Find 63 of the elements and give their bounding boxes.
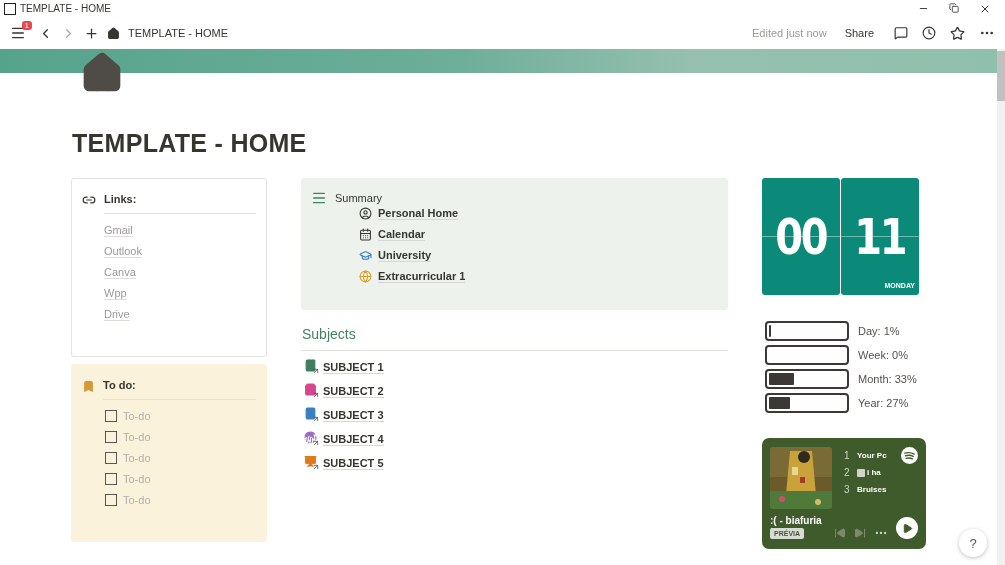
track-title[interactable]: Bruises <box>857 485 887 494</box>
globe-icon <box>359 270 372 283</box>
list-icon <box>311 190 327 206</box>
checkbox[interactable] <box>105 431 117 443</box>
add-icon[interactable] <box>84 25 99 41</box>
checkbox[interactable] <box>105 410 117 422</box>
restore-icon[interactable] <box>949 2 959 13</box>
subjects-heading: Subjects <box>301 310 728 351</box>
page-link[interactable]: Personal Home <box>378 207 459 220</box>
share-button[interactable]: Share <box>844 27 874 39</box>
track-number: 3 <box>844 484 850 495</box>
page-title: TEMPLATE - HOME <box>72 129 308 158</box>
track-number: 1 <box>844 450 850 461</box>
page-link[interactable]: SUBJECT 1 <box>323 360 384 374</box>
notification-badge: 1 <box>21 21 32 30</box>
links-heading: Links: <box>104 191 256 214</box>
todo-label: To-do <box>123 494 151 506</box>
explicit-badge <box>857 468 865 477</box>
window-title: TEMPLATE - HOME <box>20 3 112 14</box>
comment-icon[interactable] <box>894 26 908 40</box>
help-button[interactable]: ? <box>959 529 987 557</box>
bookmark-icon <box>82 380 95 393</box>
track-number: 2 <box>844 467 850 478</box>
user-icon <box>359 207 372 220</box>
scrollbar[interactable] <box>997 49 1005 565</box>
breadcrumb[interactable]: TEMPLATE - HOME <box>128 27 745 39</box>
todo-label: To-do <box>123 410 151 422</box>
progress-label: Day: 1% <box>858 325 900 337</box>
page-link[interactable]: SUBJECT 5 <box>323 456 384 470</box>
checkbox[interactable] <box>105 452 117 464</box>
minute-digits: 11 <box>854 207 906 266</box>
checkbox[interactable] <box>105 494 117 506</box>
menu-icon[interactable] <box>10 25 26 41</box>
page-link[interactable]: University <box>378 249 432 262</box>
star-icon[interactable] <box>950 25 965 41</box>
graduation-cap-icon <box>359 249 372 262</box>
todo-label: To-do <box>123 431 151 443</box>
checkbox[interactable] <box>105 473 117 485</box>
history-icon[interactable] <box>922 26 936 40</box>
page-link[interactable]: SUBJECT 2 <box>323 384 384 398</box>
track-title[interactable]: i ha <box>867 468 881 477</box>
progress-label: Month: 33% <box>858 373 917 385</box>
todo-label: To-do <box>123 473 151 485</box>
play-icon[interactable] <box>901 522 913 534</box>
play-button[interactable] <box>896 517 918 539</box>
todo-heading: To do: <box>103 377 256 400</box>
summary-heading: Summary <box>335 192 384 204</box>
spotify-logo-icon <box>901 447 918 464</box>
house-icon <box>107 26 120 40</box>
link-icon <box>82 193 96 207</box>
page-link[interactable]: Extracurricular 1 <box>378 270 466 283</box>
hour-digits: 00 <box>775 207 827 266</box>
app-logo-icon <box>4 2 16 15</box>
calendar-icon <box>359 228 372 241</box>
progress-label: Year: 27% <box>858 397 909 409</box>
page-link[interactable]: SUBJECT 4 <box>323 432 384 446</box>
edit-status: Edited just now <box>752 27 827 39</box>
todo-label: To-do <box>123 452 151 464</box>
progress-label: Week: 0% <box>858 349 908 361</box>
track-title[interactable]: Your Pc <box>857 451 887 460</box>
track-artist: :( - biafuria <box>770 515 823 526</box>
page-link[interactable]: SUBJECT 3 <box>323 408 384 422</box>
page-link[interactable]: Calendar <box>378 228 426 241</box>
